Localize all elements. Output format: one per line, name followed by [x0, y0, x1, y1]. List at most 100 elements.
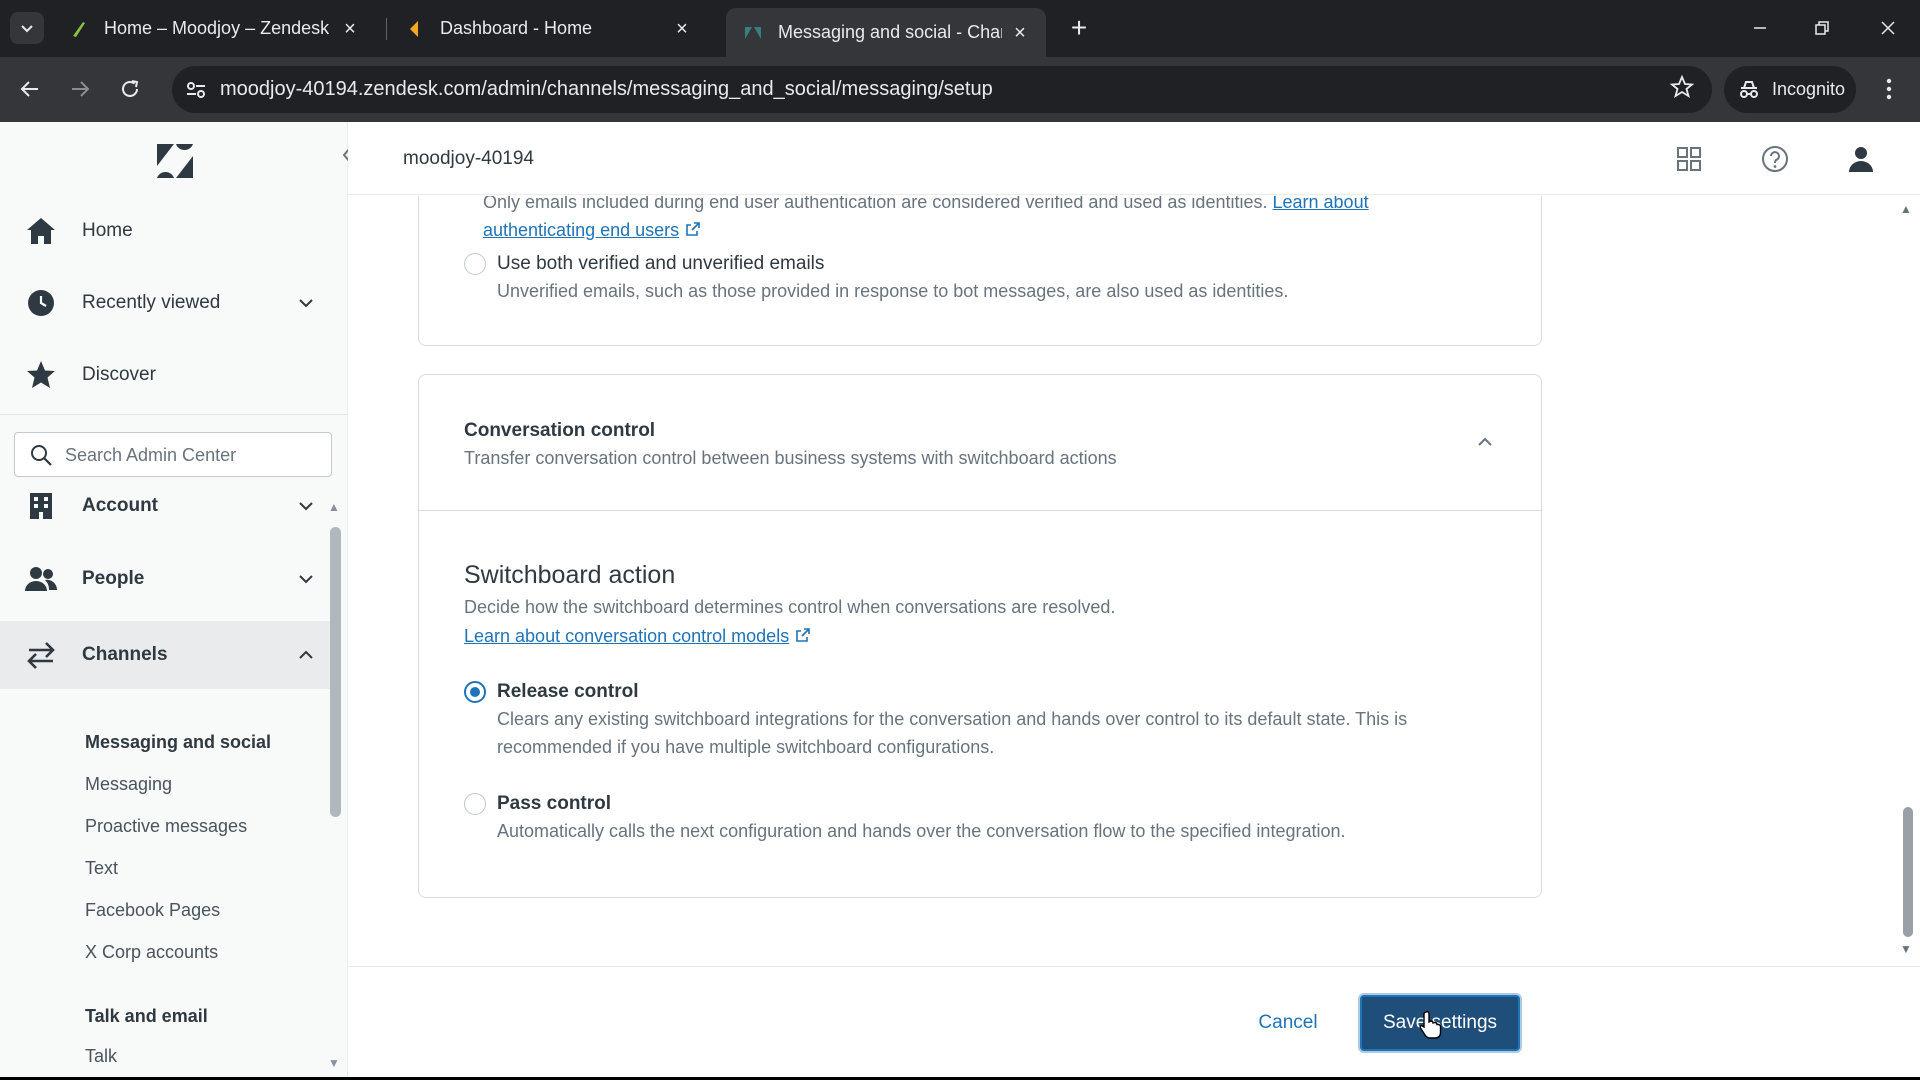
chevron-up-icon[interactable] — [294, 643, 318, 667]
sidebar-item-people[interactable]: People — [0, 548, 330, 610]
chevron-down-icon[interactable] — [294, 567, 318, 591]
external-link-icon — [686, 222, 700, 236]
sidebar-item-label: Recently viewed — [82, 292, 221, 313]
close-tab-icon[interactable]: × — [672, 19, 692, 39]
close-tab-icon[interactable]: × — [340, 19, 360, 39]
sidebar-item-discover[interactable]: Discover — [0, 344, 330, 406]
bookmark-star-icon[interactable] — [1670, 75, 1694, 99]
subnav-item-facebook-pages[interactable]: Facebook Pages — [85, 900, 220, 921]
conversation-control-models-link-text: Learn about conversation control models — [464, 626, 790, 646]
search-input[interactable] — [65, 442, 315, 468]
mouse-cursor-icon — [1419, 1010, 1442, 1039]
settings-content: Only emails included during end user aut… — [348, 196, 1908, 966]
help-icon — [1762, 146, 1788, 172]
reload-icon — [122, 80, 139, 97]
switchboard-action-description: Decide how the switchboard determines co… — [464, 597, 1116, 617]
content-scroll-down[interactable]: ▼ — [1900, 942, 1912, 956]
browser-menu-button[interactable] — [1876, 71, 1902, 107]
browser-tab-dashboard[interactable]: Dashboard - Home × — [388, 8, 708, 49]
search-icon — [31, 445, 52, 466]
incognito-icon — [1740, 80, 1758, 98]
cancel-button[interactable]: Cancel — [1248, 1003, 1328, 1043]
use-both-emails-label: Use both verified and unverified emails — [497, 253, 825, 274]
sidebar-scrollbar-thumb[interactable] — [330, 527, 341, 817]
new-tab-button[interactable]: + — [1065, 12, 1093, 44]
clock-icon — [25, 287, 57, 319]
tab-search-button[interactable] — [10, 12, 44, 44]
admin-top-bar: moodjoy-40194 — [348, 122, 1920, 195]
arrow-left-icon — [20, 81, 38, 97]
zendesk-favicon-icon — [744, 24, 762, 42]
verified-emails-description-text: Only emails included during end user aut… — [483, 196, 1268, 212]
profile-button[interactable] — [1846, 144, 1876, 174]
sidebar-item-label: Channels — [82, 644, 168, 665]
sidebar-item-label: Discover — [82, 364, 156, 385]
pass-control-label: Pass control — [497, 793, 612, 814]
settings-footer: Cancel Save settings — [348, 966, 1920, 1077]
products-grid-button[interactable] — [1674, 144, 1704, 174]
subnav-item-proactive-messages[interactable]: Proactive messages — [85, 816, 247, 837]
conversation-control-subtitle: Transfer conversation control between bu… — [464, 448, 1117, 468]
zendesk-logo-icon[interactable] — [155, 142, 195, 180]
reload-button[interactable] — [112, 71, 148, 107]
chevron-down-icon[interactable] — [294, 291, 318, 315]
grid-icon — [1677, 147, 1701, 171]
sidebar-divider — [0, 414, 348, 415]
verified-emails-description: Only emails included during end user aut… — [483, 196, 1483, 244]
content-scrollbar-thumb[interactable] — [1903, 807, 1913, 937]
minimize-button[interactable] — [1730, 10, 1790, 46]
conversation-control-header[interactable]: Conversation control Transfer conversati… — [419, 375, 1541, 511]
close-window-button[interactable] — [1858, 10, 1918, 46]
sidebar-item-label: People — [82, 568, 145, 589]
dashboard-favicon-icon — [406, 20, 424, 38]
sidebar-item-account[interactable]: Account — [0, 475, 330, 537]
pass-control-radio[interactable] — [464, 793, 486, 815]
people-icon — [25, 563, 57, 595]
admin-search-box[interactable] — [14, 432, 332, 477]
building-icon — [25, 490, 57, 522]
incognito-indicator[interactable]: Incognito — [1724, 66, 1856, 113]
tab-separator — [386, 18, 387, 40]
subnav-group-title-messaging-social: Messaging and social — [85, 732, 272, 752]
release-control-description-line1: Clears any existing switchboard integrat… — [497, 709, 1408, 729]
sidebar: Home Recently viewed Discover ▲ ▼ — [0, 122, 351, 1077]
content-scroll-up[interactable]: ▲ — [1900, 202, 1912, 216]
subnav-item-text[interactable]: Text — [85, 858, 118, 879]
subnav-item-talk[interactable]: Talk — [85, 1046, 117, 1067]
release-control-radio[interactable] — [464, 681, 486, 703]
browser-tab-zendesk-home[interactable]: Home – Moodjoy – Zendesk × — [52, 8, 376, 49]
sidebar-item-recently-viewed[interactable]: Recently viewed — [0, 272, 330, 334]
forward-button[interactable] — [62, 71, 98, 107]
browser-tab-messaging-social[interactable]: Messaging and social - Channe × — [726, 8, 1046, 57]
subnav-item-x-corp-accounts[interactable]: X Corp accounts — [85, 942, 218, 963]
sidebar-item-channels[interactable]: Channels — [0, 621, 330, 689]
sidebar-item-home[interactable]: Home — [0, 200, 330, 262]
external-link-icon — [796, 628, 811, 642]
site-settings-icon[interactable] — [184, 78, 208, 102]
close-tab-icon[interactable]: × — [1010, 23, 1030, 43]
identity-settings-card: Only emails included during end user aut… — [418, 196, 1542, 346]
chevron-up-icon[interactable] — [1477, 437, 1493, 447]
browser-tab-bar: Home – Moodjoy – Zendesk × Dashboard - H… — [0, 0, 1920, 57]
restore-icon — [1815, 21, 1829, 35]
chevron-down-icon[interactable] — [294, 494, 318, 518]
minimize-icon — [1754, 27, 1766, 29]
omnibox[interactable]: moodjoy-40194.zendesk.com/admin/channels… — [172, 66, 1712, 113]
url-text[interactable]: moodjoy-40194.zendesk.com/admin/channels… — [220, 78, 993, 101]
conversation-control-card: Conversation control Transfer conversati… — [418, 374, 1542, 898]
restore-button[interactable] — [1792, 10, 1852, 46]
conversation-control-models-link[interactable]: Learn about conversation control models — [464, 626, 811, 647]
subnav-item-messaging[interactable]: Messaging — [85, 774, 172, 795]
sidebar-item-label: Account — [82, 495, 158, 516]
help-button[interactable] — [1760, 144, 1790, 174]
release-control-description-line2: recommended if you have multiple switchb… — [497, 737, 995, 757]
tab-title: Messaging and social - Channe — [778, 22, 1002, 42]
use-both-emails-radio[interactable] — [464, 253, 486, 275]
incognito-label: Incognito — [1772, 79, 1846, 99]
sidebar-scroll-down[interactable]: ▼ — [328, 1056, 340, 1070]
back-button[interactable] — [12, 71, 48, 107]
star-icon — [25, 359, 57, 391]
home-icon — [25, 215, 57, 247]
admin-center-app: Home Recently viewed Discover ▲ ▼ — [0, 122, 1920, 1077]
close-icon — [1881, 21, 1895, 35]
